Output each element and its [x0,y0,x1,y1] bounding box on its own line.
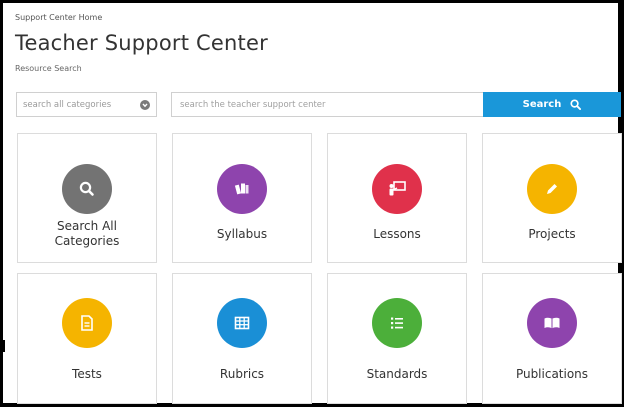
search-button[interactable]: Search [483,92,621,117]
card-icon-circle [372,298,422,348]
card-icon-circle [527,298,577,348]
card-projects[interactable]: Projects [482,133,622,263]
breadcrumb[interactable]: Support Center Home [15,13,102,22]
card-lessons[interactable]: Lessons [327,133,467,263]
presentation-icon [389,181,406,196]
card-icon-circle [62,164,112,214]
edge-mark [1,340,5,352]
pencil-icon [547,184,557,194]
card-label: Tests [72,367,102,381]
books-icon [234,183,249,195]
card-icon-circle [217,164,267,214]
search-button-label: Search [522,99,562,110]
card-icon-circle [527,164,577,214]
card-icon-circle [372,164,422,214]
card-publications[interactable]: Publications [482,273,622,404]
card-rubrics[interactable]: Rubrics [172,273,312,404]
card-standards[interactable]: Standards [327,273,467,404]
card-label: Lessons [373,227,421,241]
card-icon-circle [217,298,267,348]
document-icon [81,315,93,331]
card-label: Search All Categories [54,219,120,248]
search-icon [79,181,94,196]
search-input[interactable] [171,92,483,117]
card-label: Standards [366,367,428,381]
card-label: Projects [528,227,576,241]
list-icon [391,317,403,329]
chevron-circle-icon[interactable] [140,100,150,110]
card-label: Rubrics [219,367,265,381]
page-subtitle: Resource Search [15,64,82,73]
grid-icon [234,316,250,330]
card-search-all-categories[interactable]: Search All Categories [17,133,157,263]
page-title: Teacher Support Center [15,31,268,55]
category-select[interactable]: search all categories [16,92,157,117]
card-label: Publications [515,367,589,381]
card-label: Syllabus [216,227,268,241]
search-icon [570,99,582,110]
category-select-placeholder: search all categories [23,100,112,110]
card-icon-circle [62,298,112,348]
open-book-icon [544,317,560,329]
card-tests[interactable]: Tests [17,273,157,404]
card-syllabus[interactable]: Syllabus [172,133,312,263]
